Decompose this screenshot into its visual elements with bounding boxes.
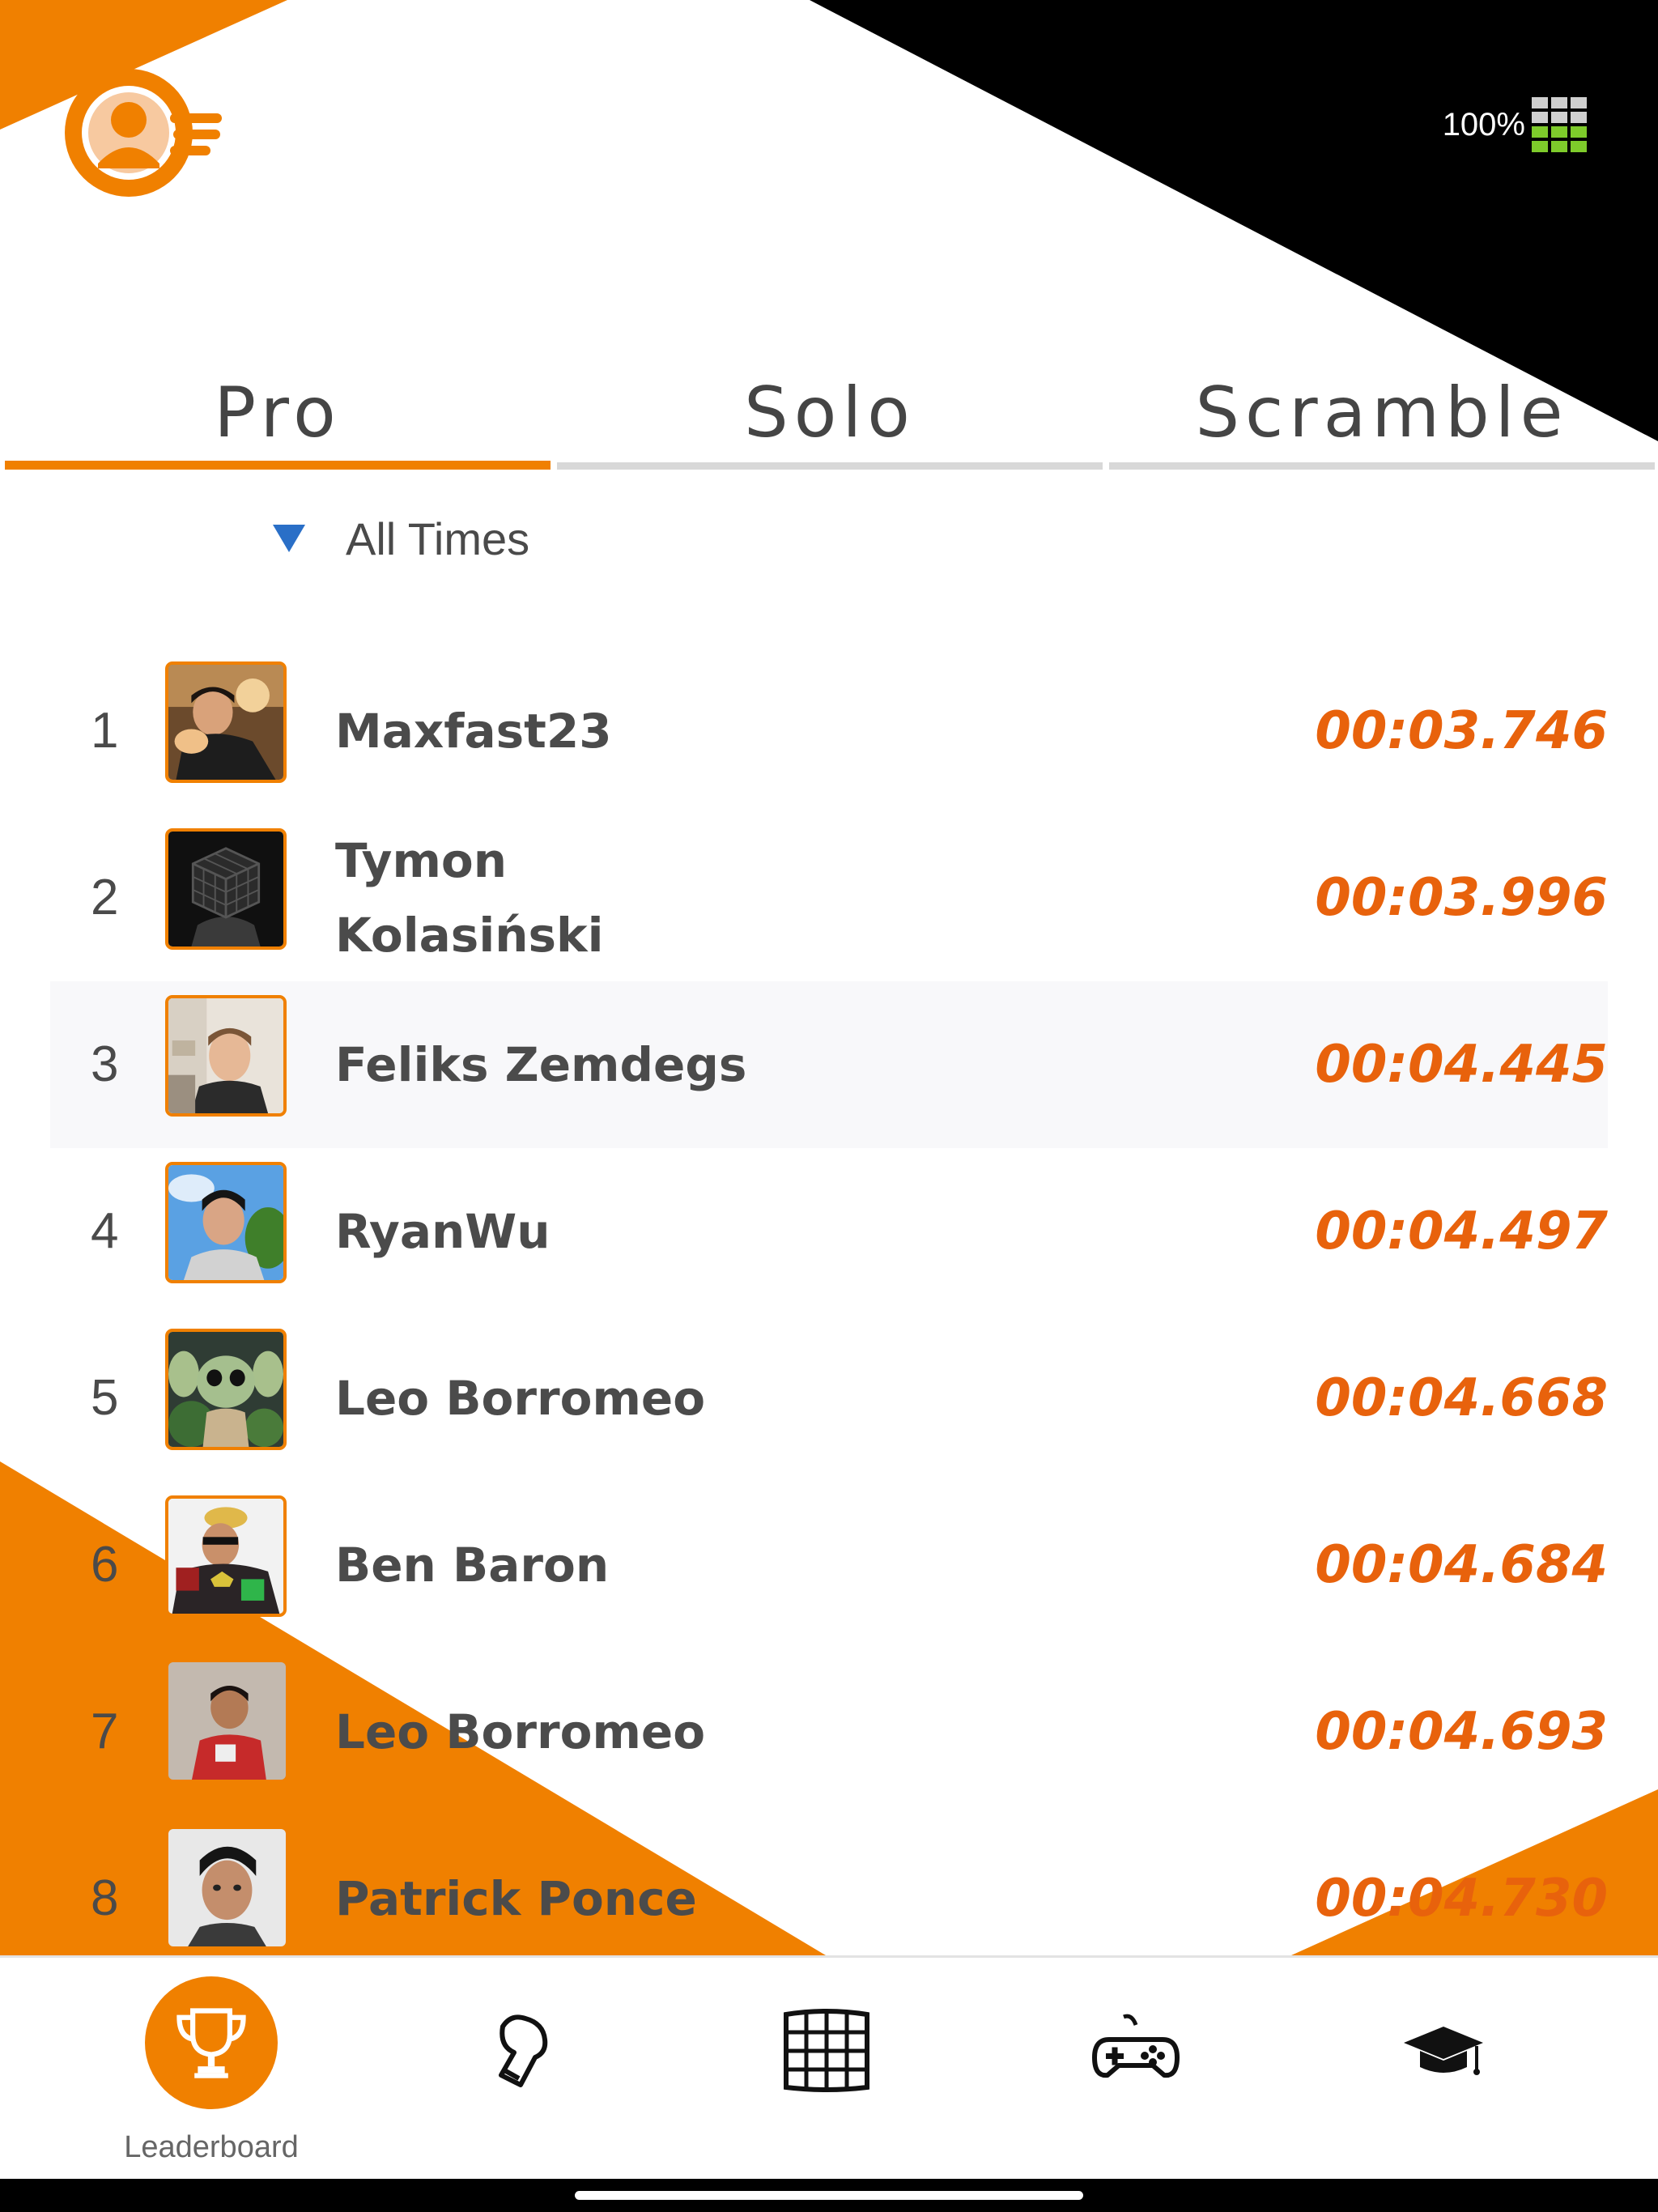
battery-percent: 100% bbox=[1442, 106, 1525, 143]
gamepad-icon bbox=[1067, 1982, 1205, 2120]
nav-leaderboard[interactable]: Leaderboard bbox=[57, 1958, 365, 2181]
solve-time: 00:04.445 bbox=[1315, 1035, 1608, 1095]
leaderboard-row[interactable]: 2 Tymon Kolasiński 00:03.996 bbox=[0, 815, 1658, 981]
player-name: Ben Baron bbox=[335, 1538, 610, 1593]
leaderboard-row[interactable]: 6 Ben Baron 00:04.684 bbox=[0, 1482, 1658, 1648]
leaderboard-row[interactable]: 4 RyanWu 00:04.497 bbox=[0, 1148, 1658, 1315]
solve-time: 00:03.996 bbox=[1315, 868, 1608, 928]
avatar bbox=[165, 661, 287, 783]
tab-pro[interactable]: Pro bbox=[5, 368, 551, 470]
nav-label-leaderboard: Leaderboard bbox=[124, 2130, 299, 2164]
rank-number: 1 bbox=[91, 703, 119, 759]
rank-number: 3 bbox=[91, 1036, 119, 1092]
avatar bbox=[165, 1162, 287, 1283]
leaderboard-row[interactable]: 5 Leo Borromeo 00:04.668 bbox=[0, 1315, 1658, 1482]
avatar bbox=[165, 1495, 287, 1617]
leaderboard-list: 1 Maxfast23 00:03.746 2 Tymon Kolasiński… bbox=[0, 648, 1658, 1982]
nav-cube[interactable] bbox=[673, 1958, 980, 2181]
rank-number: 4 bbox=[91, 1203, 119, 1259]
triangle-down-icon bbox=[273, 525, 305, 552]
home-indicator[interactable] bbox=[575, 2191, 1083, 2200]
nav-learn[interactable] bbox=[1290, 1958, 1597, 2181]
leaderboard-row[interactable]: 7 Leo Borromeo 00:04.693 bbox=[0, 1648, 1658, 1815]
home-indicator-bar bbox=[0, 2179, 1658, 2212]
profile-icon bbox=[65, 69, 222, 197]
rank-number: 2 bbox=[91, 870, 119, 925]
player-name: Maxfast23 bbox=[335, 704, 612, 759]
glove-icon bbox=[450, 1982, 588, 2120]
solve-time: 00:04.668 bbox=[1315, 1368, 1608, 1428]
avatar bbox=[168, 1662, 286, 1780]
time-filter-label: All Times bbox=[346, 513, 530, 564]
tab-scramble[interactable]: Scramble bbox=[1109, 368, 1655, 470]
leaderboard-row-highlighted[interactable]: 3 Feliks Zemdegs 00:04.445 bbox=[50, 981, 1608, 1148]
cube-icon bbox=[758, 1982, 895, 2120]
player-name: Tymon Kolasiński bbox=[335, 833, 604, 963]
rank-number: 7 bbox=[91, 1704, 119, 1759]
battery-grid-icon bbox=[1532, 97, 1587, 152]
rank-number: 6 bbox=[91, 1537, 119, 1593]
graduation-cap-icon bbox=[1375, 1982, 1512, 2120]
nav-games[interactable] bbox=[982, 1958, 1290, 2181]
solve-time: 00:03.746 bbox=[1315, 701, 1608, 761]
avatar bbox=[165, 995, 287, 1117]
time-filter-dropdown[interactable]: All Times bbox=[273, 506, 529, 571]
solve-time: 00:04.684 bbox=[1315, 1535, 1608, 1595]
player-name: RyanWu bbox=[335, 1204, 551, 1259]
avatar bbox=[165, 1329, 287, 1450]
solve-time: 00:04.693 bbox=[1315, 1702, 1608, 1762]
avatar-cube-placeholder bbox=[165, 828, 287, 950]
rank-number: 5 bbox=[91, 1370, 119, 1426]
solve-time: 00:04.497 bbox=[1315, 1202, 1608, 1261]
player-name: Feliks Zemdegs bbox=[335, 1037, 747, 1092]
nav-glove[interactable] bbox=[365, 1958, 673, 2181]
trophy-icon bbox=[145, 1976, 278, 2109]
tab-solo[interactable]: Solo bbox=[557, 368, 1103, 470]
leaderboard-row[interactable]: 1 Maxfast23 00:03.746 bbox=[0, 648, 1658, 815]
bottom-navigation: Leaderboard bbox=[0, 1955, 1658, 2181]
category-tabs: Pro Solo Scramble bbox=[2, 368, 1658, 470]
battery-indicator: 100% bbox=[1443, 96, 1587, 154]
avatar bbox=[168, 1829, 286, 1946]
player-name: Leo Borromeo bbox=[335, 1371, 706, 1426]
profile-button[interactable] bbox=[63, 66, 233, 200]
player-name: Leo Borromeo bbox=[335, 1704, 706, 1759]
